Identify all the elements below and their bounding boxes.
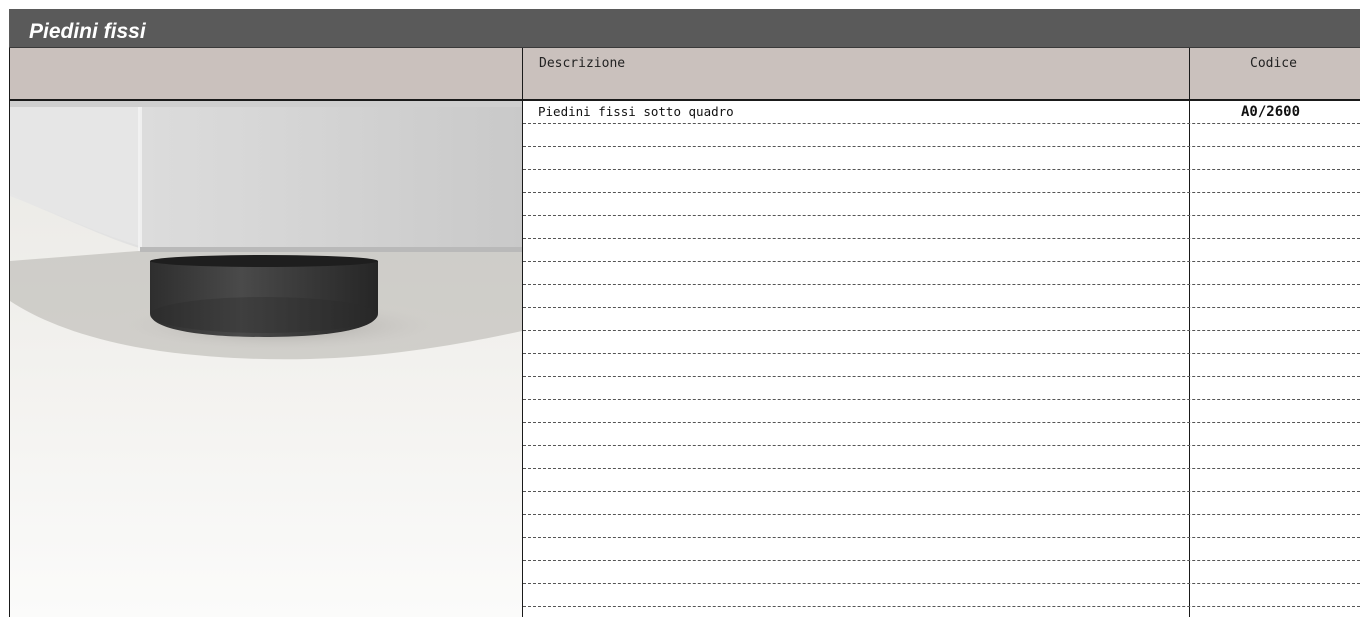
catalog-page: Piedini fissi Descrizione Codice Piedini… [0, 0, 1360, 617]
table-row [523, 262, 1360, 285]
section-title: Piedini fissi [29, 20, 146, 43]
row-code: A0/2600 [1241, 104, 1301, 120]
table-row [523, 492, 1360, 515]
table-row [523, 584, 1360, 607]
table-row [523, 354, 1360, 377]
table-row [523, 308, 1360, 331]
table-row [523, 400, 1360, 423]
table-row [523, 446, 1360, 469]
table-row [523, 423, 1360, 446]
table-row: Piedini fissi sotto quadro A0/2600 [523, 101, 1360, 124]
fixed-foot-product-photo [10, 101, 522, 617]
table-row [523, 377, 1360, 400]
table-row [523, 515, 1360, 538]
table-row [523, 124, 1360, 147]
table-row [523, 170, 1360, 193]
table-row [523, 469, 1360, 492]
table-row [523, 331, 1360, 354]
table-row [523, 239, 1360, 262]
row-divider [523, 606, 1360, 607]
column-header-description: Descrizione [539, 56, 626, 71]
product-table-body: Piedini fissi sotto quadro A0/2600 [523, 101, 1360, 617]
table-row [523, 538, 1360, 561]
column-header-code: Codice [1250, 56, 1297, 71]
table-row [523, 147, 1360, 170]
section-title-bar: Piedini fissi [9, 9, 1360, 48]
table-row [523, 561, 1360, 584]
table-row [523, 193, 1360, 216]
row-description: Piedini fissi sotto quadro [538, 104, 734, 119]
table-row [523, 285, 1360, 308]
table-header: Descrizione Codice [9, 48, 1360, 101]
table-row [523, 216, 1360, 239]
